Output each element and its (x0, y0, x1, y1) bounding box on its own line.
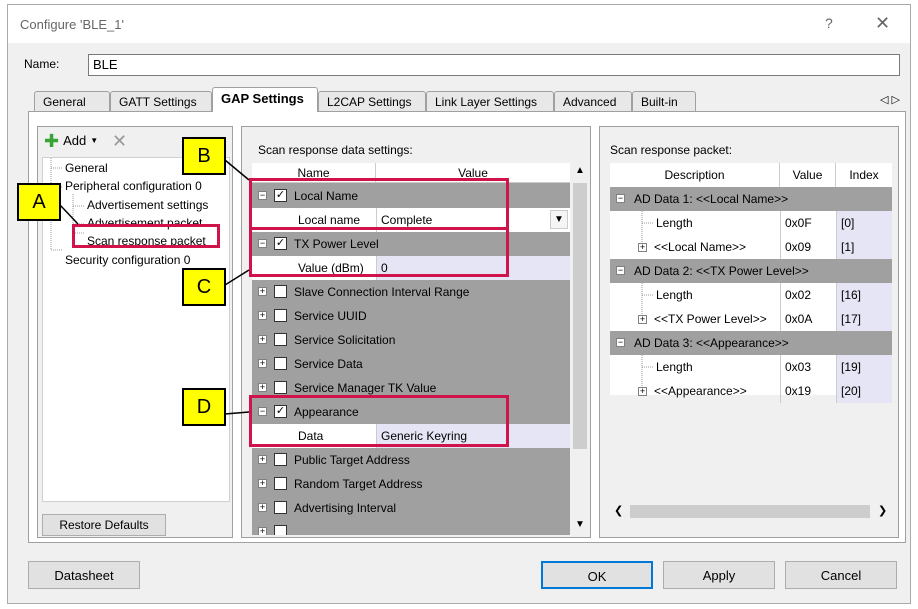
callout-a: A (17, 183, 61, 221)
callout-c: C (182, 268, 226, 306)
callout-d: D (182, 388, 226, 426)
callout-arrows (59, 159, 250, 415)
tab-gap-settings[interactable]: GAP Settings (212, 87, 318, 112)
callout-b: B (182, 137, 226, 175)
